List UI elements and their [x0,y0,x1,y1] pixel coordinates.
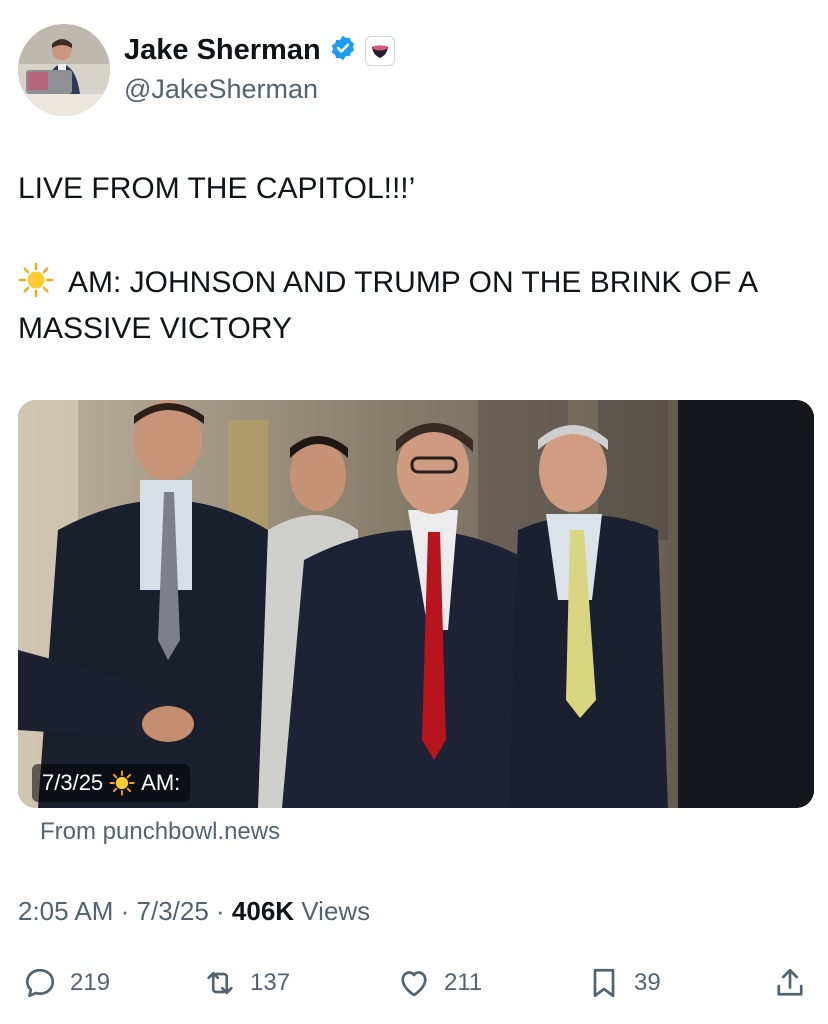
author-name[interactable]: Jake Sherman [124,34,321,67]
meta-separator: · [208,896,232,926]
bookmark-button[interactable]: 39 [586,958,661,1008]
tweet-header: Jake Sherman @JakeSherman [18,24,810,116]
bookmark-count: 39 [634,969,661,996]
tweet-time[interactable]: 2:05 AM [18,896,113,926]
reply-button[interactable]: 219 [22,958,110,1008]
like-count: 211 [444,969,483,996]
tweet-text-line2-text: AM: JOHNSON AND TRUMP ON THE BRINK OF A … [18,266,757,345]
repost-icon [207,971,233,995]
tweet-date[interactable]: 7/3/25 [137,896,209,926]
link-card[interactable]: 7/3/25 AM: [18,400,814,808]
sun-emoji-icon [18,262,54,298]
caption-text: AM: [141,770,181,795]
reply-count: 219 [70,969,111,996]
tweet-actions: 219 137 211 39 [18,958,810,1008]
bookmark-icon [593,968,615,998]
views-label: Views [294,896,371,926]
sun-emoji-icon [109,770,135,796]
share-button[interactable] [772,958,808,1008]
views-count[interactable]: 406K [232,896,294,926]
card-caption: 7/3/25 AM: [32,764,191,802]
tweet-text-line1: LIVE FROM THE CAPITOL!!!’ [18,172,416,205]
repost-button[interactable]: 137 [202,958,290,1008]
like-button[interactable]: 211 [396,958,482,1008]
punchbowl-affiliate-icon[interactable] [364,35,395,66]
repost-count: 137 [250,969,291,996]
tweet-text-line2: AM: JOHNSON AND TRUMP ON THE BRINK OF A … [18,260,818,352]
author-name-row: Jake Sherman [124,34,395,67]
share-icon [777,968,803,996]
heart-icon [401,971,427,997]
caption-date: 7/3/25 [42,770,104,795]
card-source[interactable]: From punchbowl.news [40,818,280,846]
reply-icon [25,968,55,998]
verified-badge-icon [329,34,357,67]
card-photo [18,400,814,808]
author-handle[interactable]: @JakeSherman [124,74,318,105]
meta-separator: · [113,896,137,926]
tweet-meta: 2:05 AM · 7/3/25 · 406K Views [18,896,370,927]
author-avatar[interactable] [18,24,110,116]
